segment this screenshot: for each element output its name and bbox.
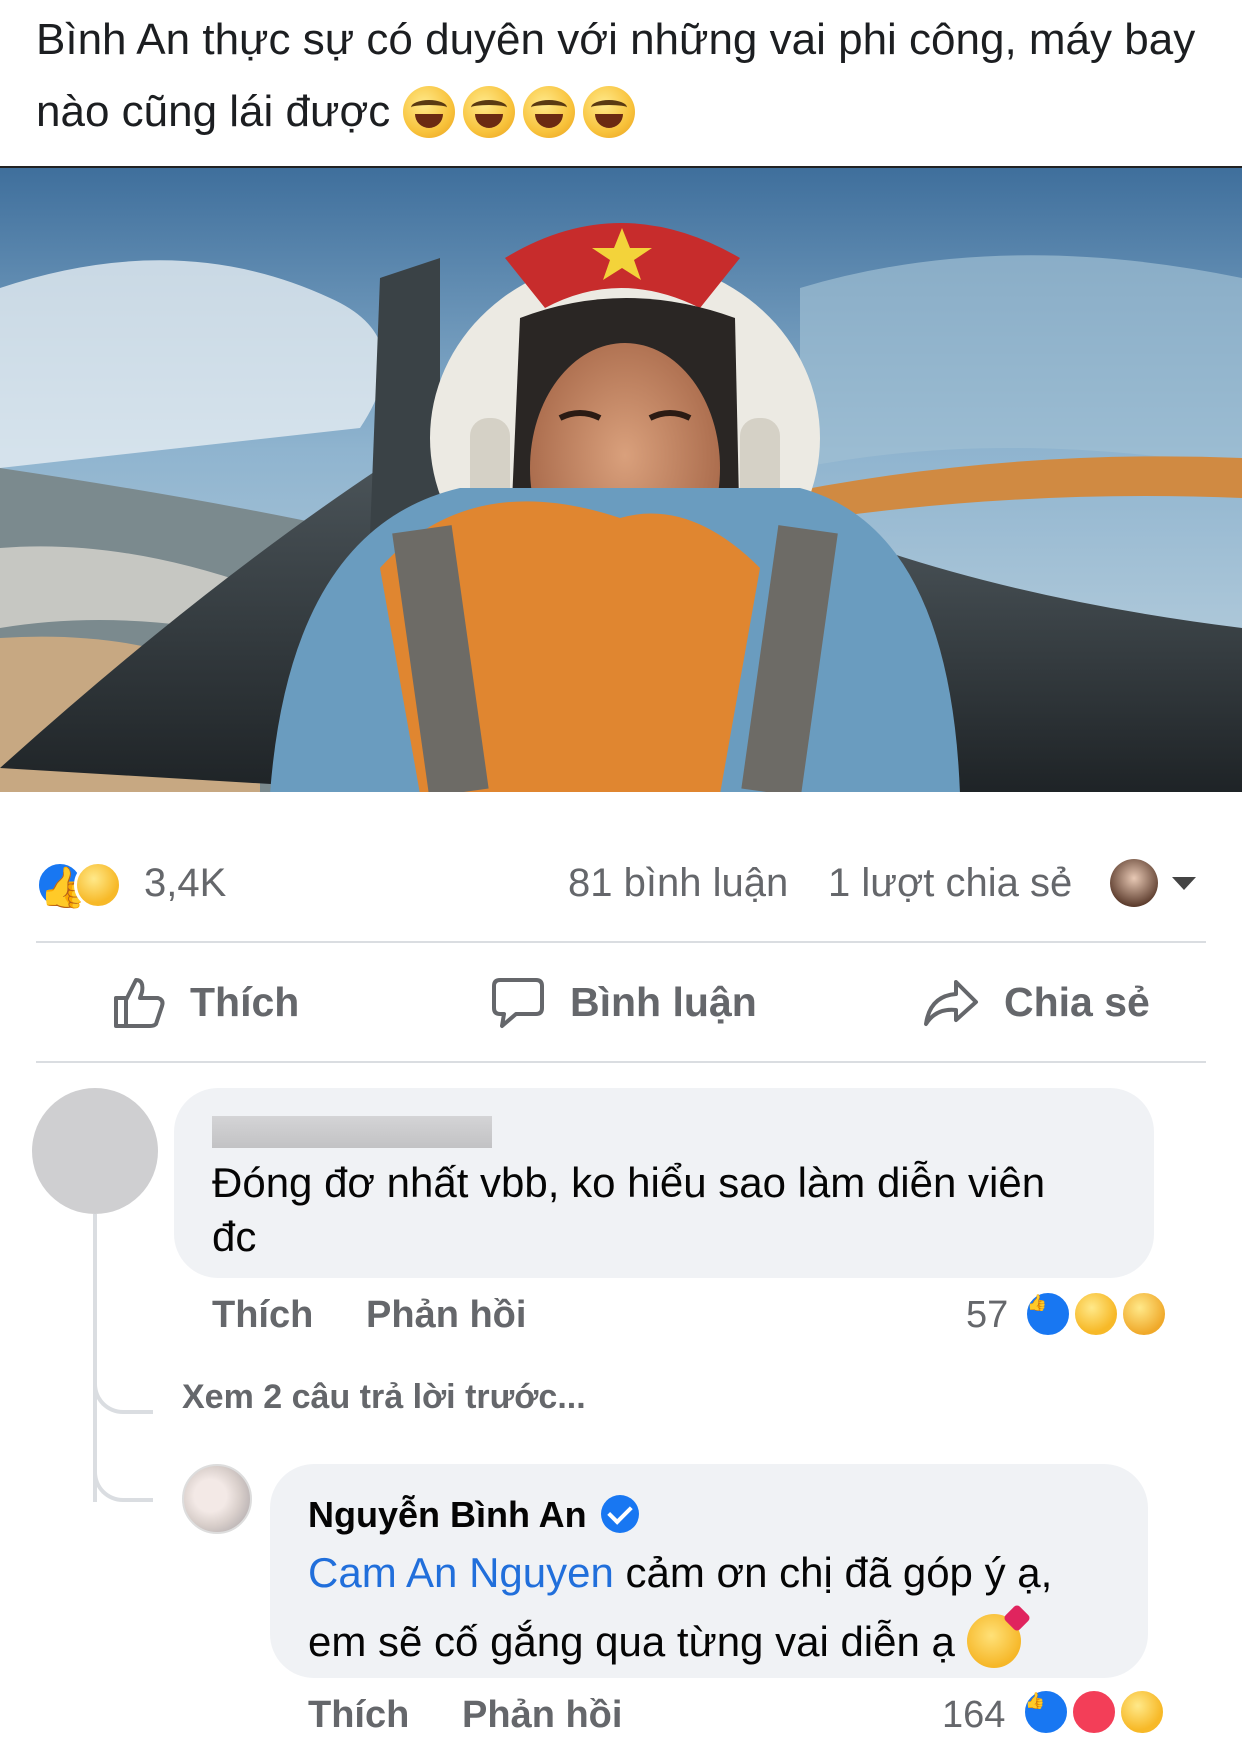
laughing-emoji-icon <box>402 86 455 138</box>
divider <box>36 1061 1206 1063</box>
comment-button[interactable]: Bình luận <box>490 972 757 1032</box>
reaction-count[interactable]: 3,4K <box>144 861 226 906</box>
like-button-label: Thích <box>190 978 300 1025</box>
pilot-cockpit-photo <box>0 168 1242 792</box>
like-reaction-icon <box>1022 1688 1070 1736</box>
post-caption: Bình An thực sự có duyên với những vai p… <box>36 4 1216 148</box>
reply-text: em sẽ cố gắng qua từng vai diễn ạ <box>308 1618 955 1665</box>
like-button[interactable]: Thích <box>110 972 299 1032</box>
haha-reaction-icon <box>74 861 122 909</box>
share-count-link[interactable]: 1 lượt chia sẻ <box>828 861 1072 906</box>
comment-bubble: Đóng đơ nhất vbb, ko hiểu sao làm diễn v… <box>174 1088 1154 1278</box>
mention-link[interactable]: Cam An Nguyen <box>308 1549 614 1596</box>
laughing-emoji-icon <box>462 86 515 138</box>
reply-text-line: Cam An Nguyen cảm ơn chị đã góp ý ạ, <box>308 1546 1052 1600</box>
comment-reply-link[interactable]: Phản hồi <box>366 1294 526 1337</box>
post-stats-row: 3,4K 81 bình luận 1 lượt chia sẻ <box>36 855 1206 915</box>
reply-reaction-count[interactable]: 164 <box>942 1694 1005 1737</box>
love-reaction-icon <box>1070 1688 1118 1736</box>
comment-button-label: Bình luận <box>570 978 757 1025</box>
reply-author-name: Nguyễn Bình An <box>308 1494 587 1535</box>
haha-reaction-icon <box>1072 1290 1120 1338</box>
post-photo[interactable] <box>0 166 1242 792</box>
laughing-emoji-icon <box>522 86 575 138</box>
comment-text-line: Đóng đơ nhất vbb, ko hiểu sao làm diễn v… <box>212 1159 1046 1206</box>
comment-count-link[interactable]: 81 bình luận <box>568 861 788 906</box>
reply-author[interactable]: Nguyễn Bình An <box>308 1494 639 1536</box>
share-button[interactable]: Chia sẻ <box>922 972 1150 1032</box>
replier-avatar[interactable] <box>182 1464 252 1534</box>
reply-bubble: Nguyễn Bình An Cam An Nguyen cảm ơn chị … <box>270 1464 1148 1678</box>
commenter-avatar[interactable] <box>32 1088 158 1214</box>
verified-badge-icon <box>600 1495 639 1533</box>
thumbs-up-icon <box>114 978 165 1028</box>
care-reaction-icon <box>1118 1688 1166 1736</box>
reply-like-link[interactable]: Thích <box>308 1694 409 1737</box>
post-action-bar: Thích Bình luận Chia sẻ <box>36 942 1206 1062</box>
viewer-avatar[interactable] <box>1110 859 1158 907</box>
sad-reaction-icon <box>1120 1290 1168 1338</box>
reply-reply-link[interactable]: Phản hồi <box>462 1694 622 1737</box>
comment-like-link[interactable]: Thích <box>212 1294 313 1337</box>
share-arrow-icon <box>924 980 978 1026</box>
laughing-emoji-icon <box>582 86 635 138</box>
comment-bubble-icon <box>492 978 544 1028</box>
thread-connector <box>93 1364 153 1414</box>
reply-text-line: em sẽ cố gắng qua từng vai diễn ạ <box>308 1614 1021 1669</box>
chevron-down-icon[interactable] <box>1172 877 1196 890</box>
comment-text-line: đc <box>212 1213 257 1260</box>
reply-text: cảm ơn chị đã góp ý ạ, <box>613 1549 1053 1596</box>
comment-reaction-count[interactable]: 57 <box>966 1294 1008 1337</box>
redacted-commenter-name <box>212 1116 492 1148</box>
thread-connector <box>93 1452 153 1502</box>
share-button-label: Chia sẻ <box>1004 978 1150 1025</box>
smiling-face-with-hearts-icon <box>966 1614 1021 1668</box>
view-previous-replies-link[interactable]: Xem 2 câu trả lời trước... <box>182 1378 586 1417</box>
like-reaction-icon <box>1024 1290 1072 1338</box>
